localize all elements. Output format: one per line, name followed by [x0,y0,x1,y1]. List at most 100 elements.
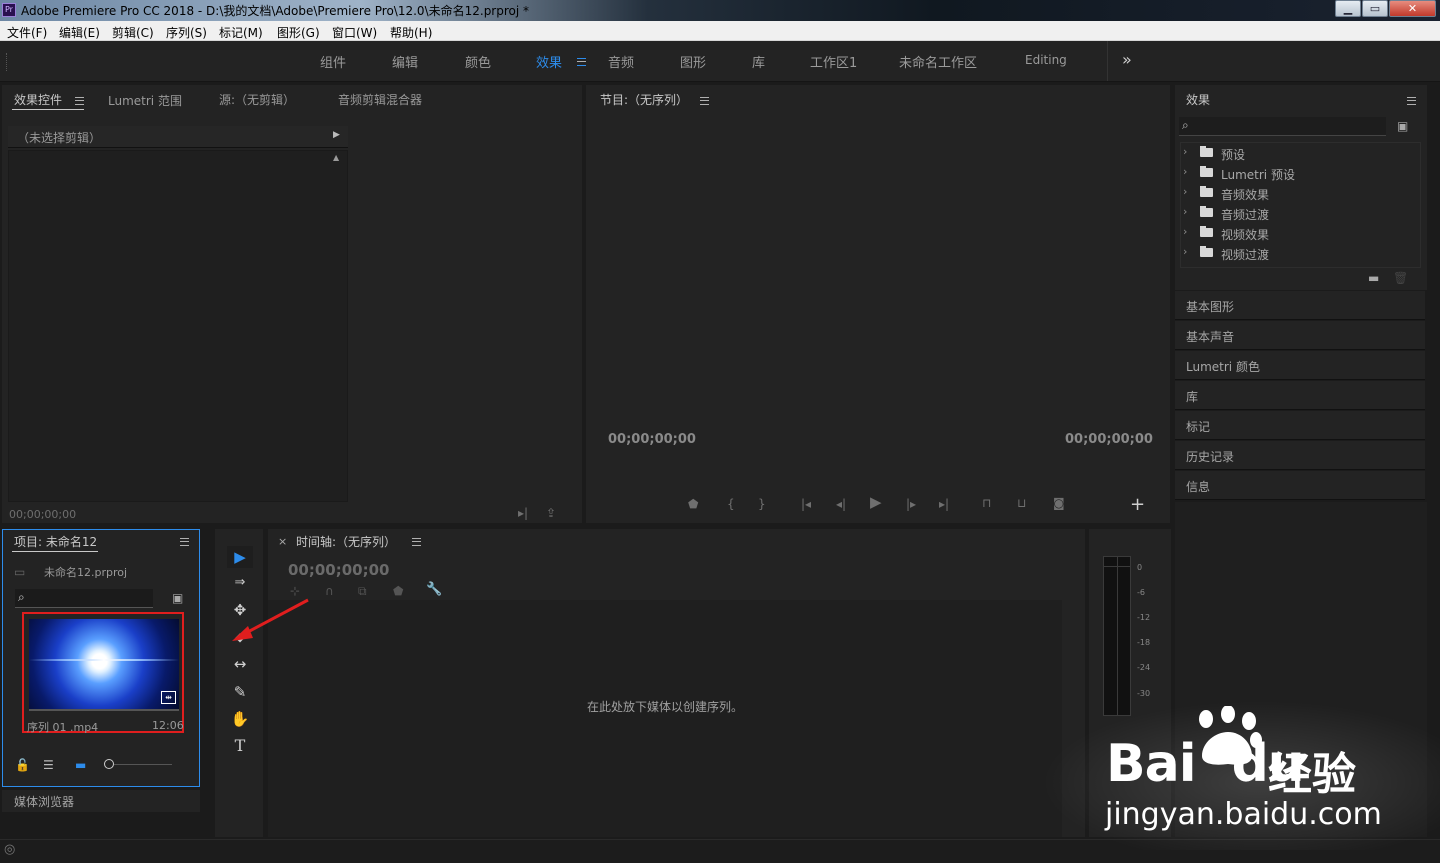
menu-graphics[interactable]: 图形(G) [277,24,320,41]
section-info[interactable]: 信息 [1175,471,1425,500]
export-frame-camera-icon[interactable]: ◙ [1053,497,1065,509]
new-bin-search-icon[interactable]: ▣ [1397,120,1408,132]
effects-search-input[interactable]: ⌕ [1179,117,1386,136]
play-audio-icon[interactable]: ▸| [518,507,528,519]
selection-tool-icon[interactable]: ▶ [227,546,253,568]
effects-menu-icon[interactable] [1407,97,1416,105]
project-menu-icon[interactable] [180,538,189,546]
find-icon[interactable]: ▣ [172,592,183,604]
icon-view-icon[interactable]: ▬ [75,759,86,771]
clip-selector[interactable]: （未选择剪辑） ▶ [8,126,348,148]
timeline-close-button[interactable]: × [278,535,287,548]
workspace-tab-audio[interactable]: 音频 [608,52,634,71]
menu-clip[interactable]: 剪辑(C) [112,24,154,41]
folder-lumetri-presets[interactable]: › Lumetri 预设 [1180,163,1420,183]
chevron-right-icon[interactable]: › [1183,245,1187,258]
add-button[interactable]: + [1130,494,1145,515]
timeline-timecode[interactable]: 00;00;00;00 [288,561,390,579]
folder-video-effects[interactable]: › 视频效果 [1180,223,1420,243]
program-menu-icon[interactable] [700,97,709,105]
workspace-overflow-icon[interactable]: » [1122,50,1132,69]
list-view-icon[interactable]: ☰ [43,759,54,771]
program-timecode-current[interactable]: 00;00;00;00 [608,432,696,447]
tab-source[interactable]: 源:（无剪辑） [219,91,295,108]
scroll-up-icon[interactable]: ▲ [333,153,339,162]
workspace-tab-effects[interactable]: 效果 [536,52,562,71]
section-history[interactable]: 历史记录 [1175,441,1425,470]
menu-marker[interactable]: 标记(M) [219,24,263,41]
menu-file[interactable]: 文件(F) [7,24,47,41]
menu-help[interactable]: 帮助(H) [390,24,432,41]
pen-tool-icon[interactable]: ✎ [227,681,253,703]
workspace-tab-editing[interactable]: 编辑 [392,52,418,71]
workspace-menu-icon[interactable] [577,58,586,66]
clip-thumbnail[interactable]: ⇹ [29,619,179,709]
folder-video-transitions[interactable]: › 视频过渡 [1180,243,1420,263]
menu-window[interactable]: 窗口(W) [332,24,377,41]
nest-icon[interactable]: ⧉ [358,585,367,597]
minimize-button[interactable]: ▁ [1335,0,1361,17]
timeline-marker-icon[interactable]: ⬟ [393,585,403,597]
chevron-right-icon[interactable]: › [1183,225,1187,238]
export-icon[interactable]: ⇪ [546,507,556,519]
project-search-input[interactable]: ⌕ [15,589,153,608]
workspace-tab-libraries[interactable]: 库 [752,52,765,71]
workspace-tab-graphics[interactable]: 图形 [680,52,706,71]
lift-icon[interactable]: ⊓ [982,497,991,509]
maximize-button[interactable]: ▭ [1362,0,1388,17]
go-to-in-icon[interactable]: |◂ [801,498,811,510]
track-select-tool-icon[interactable]: ⇒ [227,572,253,594]
step-forward-icon[interactable]: |▸ [906,498,916,510]
linked-selection-icon[interactable]: ∩ [325,585,334,597]
title-bar: Pr Adobe Premiere Pro CC 2018 - D:\我的文档\… [0,0,1440,21]
chevron-right-icon[interactable]: › [1183,185,1187,198]
timeline-drop-area[interactable]: 在此处放下媒体以创建序列。 [268,600,1062,837]
extract-icon[interactable]: ⊔ [1017,497,1026,509]
clip-name[interactable]: 序列 01 .mp4 [27,719,98,735]
section-markers[interactable]: 标记 [1175,411,1425,440]
hand-tool-icon[interactable]: ✋ [227,708,253,730]
tab-lumetri-scopes[interactable]: Lumetri 范围 [108,92,182,109]
zoom-slider-track[interactable] [114,764,172,765]
section-libraries[interactable]: 库 [1175,381,1425,410]
mark-out-icon[interactable]: } [758,498,766,510]
go-to-out-icon[interactable]: ▸| [939,498,949,510]
folder-audio-transitions[interactable]: › 音频过渡 [1180,203,1420,223]
workspace-tab-color[interactable]: 颜色 [465,52,491,71]
new-custom-bin-icon[interactable]: ▬ [1368,272,1379,284]
workspace-tab-workspace1[interactable]: 工作区1 [810,52,857,71]
mark-in-icon[interactable]: { [727,498,735,510]
chevron-right-icon[interactable]: › [1183,205,1187,218]
close-button[interactable]: ✕ [1389,0,1436,17]
slip-tool-icon[interactable]: ↔ [227,653,253,675]
add-marker-icon[interactable]: ⬟ [688,498,698,510]
tab-audio-clip-mixer[interactable]: 音频剪辑混合器 [338,91,422,108]
section-essential-graphics[interactable]: 基本图形 [1175,291,1425,320]
media-browser-tab[interactable]: 媒体浏览器 [2,790,200,812]
expand-arrow-icon[interactable]: ▶ [333,130,340,140]
workspace-tab-untitled[interactable]: 未命名工作区 [899,52,977,71]
step-back-icon[interactable]: ◂| [836,498,846,510]
section-essential-sound[interactable]: 基本声音 [1175,321,1425,350]
effect-controls-menu-icon[interactable] [75,97,84,105]
zoom-slider-handle[interactable] [104,759,114,769]
workspace-tab-assembly[interactable]: 组件 [320,52,346,71]
play-icon[interactable]: ▶ [870,495,882,510]
type-tool-icon[interactable]: T [227,735,253,757]
effect-controls-timecode[interactable]: 00;00;00;00 [9,508,76,521]
chevron-right-icon[interactable]: › [1183,145,1187,158]
menu-sequence[interactable]: 序列(S) [166,24,207,41]
workspace-tab-editing-en[interactable]: Editing [1025,53,1067,67]
folder-audio-effects[interactable]: › 音频效果 [1180,183,1420,203]
wrench-icon[interactable]: 🔧 [426,583,442,596]
clip-scrub-bar[interactable] [29,709,179,711]
section-lumetri-color[interactable]: Lumetri 颜色 [1175,351,1425,380]
timeline-menu-icon[interactable] [412,538,421,546]
lock-icon[interactable]: 🔓 [15,759,30,771]
background-tasks-icon[interactable]: ◎ [4,842,15,857]
folder-presets[interactable]: › 预设 [1180,143,1420,163]
tab-effect-controls[interactable]: 效果控件 [14,91,62,108]
delete-icon[interactable]: 🗑 [1393,272,1408,284]
chevron-right-icon[interactable]: › [1183,165,1187,178]
menu-edit[interactable]: 编辑(E) [59,24,100,41]
